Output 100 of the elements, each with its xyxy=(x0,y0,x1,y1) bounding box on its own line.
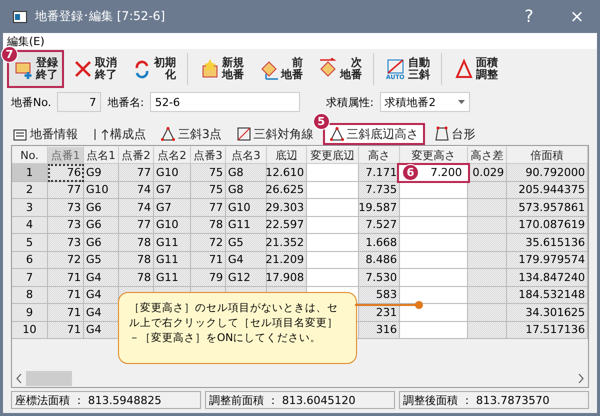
tab[interactable]: 地番情報 xyxy=(7,123,83,145)
column-header[interactable]: 底辺 xyxy=(267,146,307,164)
table-cell: 79 xyxy=(191,269,226,286)
table-cell: 21.209 xyxy=(267,252,307,269)
table-cell: 73 xyxy=(48,234,84,252)
table-cell xyxy=(400,286,468,304)
table-cell: G7 xyxy=(154,182,191,199)
table-cell xyxy=(468,269,507,286)
table-cell: G12 xyxy=(226,269,267,286)
name-field[interactable]: 52-6 xyxy=(150,92,300,112)
toolbar-button[interactable]: 面積 調整 xyxy=(447,50,504,88)
status-panel: 調整後面積 ： 813.7873570 xyxy=(399,391,589,409)
status-panel: 座標法面積 ： 813.5948825 xyxy=(11,391,201,409)
column-header[interactable]: 高さ差 xyxy=(468,146,507,164)
row-header[interactable]: 4 xyxy=(12,216,48,234)
table-cell: 75 xyxy=(191,164,226,182)
table-cell: 77 xyxy=(119,164,154,182)
table-cell: 179.979574 xyxy=(507,252,588,269)
table-cell: 72 xyxy=(48,252,84,269)
tab[interactable]: 三斜3点 xyxy=(155,123,227,145)
row-header[interactable]: 6 xyxy=(12,252,48,269)
table-cell xyxy=(400,252,468,269)
table-cell: G8 xyxy=(226,164,267,182)
column-header[interactable]: No. xyxy=(12,146,48,164)
table-cell: 17.908 xyxy=(267,269,307,286)
table-cell: 76 xyxy=(48,164,84,182)
row-header[interactable]: 5 xyxy=(12,234,48,252)
table-cell xyxy=(468,199,507,216)
table-cell xyxy=(468,286,507,304)
close-button[interactable]: × xyxy=(557,6,597,26)
table-cell: G7 xyxy=(154,199,191,216)
table-cell xyxy=(307,182,359,199)
column-header[interactable]: 点名2 xyxy=(154,146,191,164)
column-header[interactable]: 点名3 xyxy=(226,146,267,164)
table-cell: G4 xyxy=(84,304,119,322)
table-cell xyxy=(468,304,507,322)
step-badge: 6 xyxy=(402,164,419,181)
tab[interactable]: 三斜底辺高さ xyxy=(322,123,425,145)
row-header[interactable]: 1 xyxy=(12,164,48,182)
column-header[interactable]: 変更高さ xyxy=(400,146,468,164)
table-cell: 1.668 xyxy=(359,234,400,252)
table-cell: G10 xyxy=(84,182,119,199)
table-cell: 71 xyxy=(48,304,84,322)
table-cell: 72 xyxy=(191,234,226,252)
table-cell: 19.587 xyxy=(359,199,400,216)
help-button[interactable]: ? xyxy=(509,6,549,26)
table-cell: 74 xyxy=(119,199,154,216)
column-header[interactable]: 点番2 xyxy=(119,146,154,164)
scroll-thumb[interactable] xyxy=(26,371,72,386)
table-cell: 78 xyxy=(119,269,154,286)
table-cell xyxy=(400,234,468,252)
table-cell: 134.847240 xyxy=(507,269,588,286)
table-cell: 77 xyxy=(191,199,226,216)
table-cell xyxy=(468,216,507,234)
row-header[interactable]: 2 xyxy=(12,182,48,199)
table-cell xyxy=(400,216,468,234)
row-header[interactable]: 9 xyxy=(12,304,48,322)
column-header[interactable]: 点名1 xyxy=(84,146,119,164)
toolbar-button[interactable]: 前 地番 xyxy=(252,50,309,88)
column-header[interactable]: 高さ xyxy=(359,146,400,164)
toolbar-button[interactable]: 初期 化 xyxy=(125,50,182,88)
number-field[interactable]: 7 xyxy=(57,92,102,112)
table-cell xyxy=(307,164,359,182)
toolbar-button[interactable]: 新規 地番 xyxy=(193,50,250,88)
step-badge: 7 xyxy=(1,46,18,63)
table-cell: 21.352 xyxy=(267,234,307,252)
column-header[interactable]: 点番1 xyxy=(48,146,84,164)
menu-item[interactable]: 編集(E) xyxy=(5,34,47,48)
column-header[interactable]: 点番3 xyxy=(191,146,226,164)
toolbar-button[interactable]: 取消 終了 xyxy=(66,50,123,88)
table-cell: G5 xyxy=(226,234,267,252)
trapezoid-icon xyxy=(434,126,450,142)
row-header[interactable]: 8 xyxy=(12,286,48,304)
table-cell xyxy=(468,322,507,339)
status-panel: 調整前面積 ： 813.6045120 xyxy=(205,391,395,409)
table-cell: 71 xyxy=(48,269,84,286)
table-cell: 78 xyxy=(119,234,154,252)
tab[interactable]: 台形 xyxy=(428,123,481,145)
table-cell: 7.527 xyxy=(359,216,400,234)
caret-icon xyxy=(458,100,465,104)
table-cell xyxy=(468,182,507,199)
tab[interactable]: 構成点 xyxy=(87,123,151,145)
table-cell xyxy=(468,252,507,269)
table-cell: 90.792000 xyxy=(507,164,588,182)
row-header[interactable]: 7 xyxy=(12,269,48,286)
table-cell xyxy=(307,199,359,216)
toolbar-button[interactable]: 次 地番 xyxy=(311,50,368,88)
column-header[interactable]: 倍面積 xyxy=(507,146,588,164)
window-icon xyxy=(13,10,27,22)
table-cell xyxy=(400,322,468,339)
row-header[interactable]: 3 xyxy=(12,199,48,216)
triangle-icon xyxy=(453,58,475,80)
attribute-dropdown[interactable]: 求積地番2 xyxy=(380,92,470,112)
column-header[interactable]: 変更底辺 xyxy=(307,146,359,164)
table-cell: G8 xyxy=(226,182,267,199)
table-cell xyxy=(400,304,468,322)
table-cell: 7.171 xyxy=(359,164,400,182)
table-cell: 77 xyxy=(48,182,84,199)
row-header[interactable]: 10 xyxy=(12,322,48,339)
table-cell: 583 xyxy=(359,286,400,304)
